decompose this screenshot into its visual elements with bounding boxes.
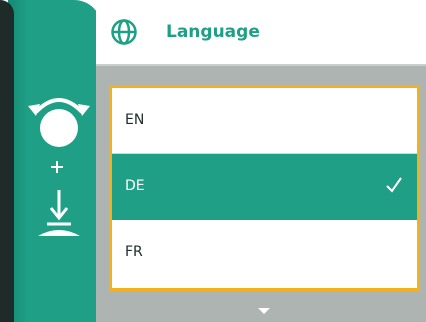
language-option-fr[interactable]: FR — [112, 220, 417, 286]
screen-header: Language — [96, 0, 426, 66]
language-option-label: FR — [125, 244, 143, 260]
plus-icon — [51, 161, 63, 173]
language-list: EN DE FR — [109, 85, 420, 291]
press-down-icon — [38, 190, 80, 236]
language-option-de[interactable]: DE — [112, 154, 417, 220]
language-option-en[interactable]: EN — [112, 88, 417, 154]
language-option-label: DE — [125, 178, 145, 194]
rotate-knob-icon — [28, 98, 90, 147]
device-frame-edge — [0, 0, 14, 322]
chevron-down-icon — [258, 308, 270, 314]
globe-icon — [111, 19, 137, 45]
language-option-label: EN — [125, 112, 145, 128]
page-title: Language — [166, 22, 260, 42]
checkmark-icon — [386, 177, 402, 193]
